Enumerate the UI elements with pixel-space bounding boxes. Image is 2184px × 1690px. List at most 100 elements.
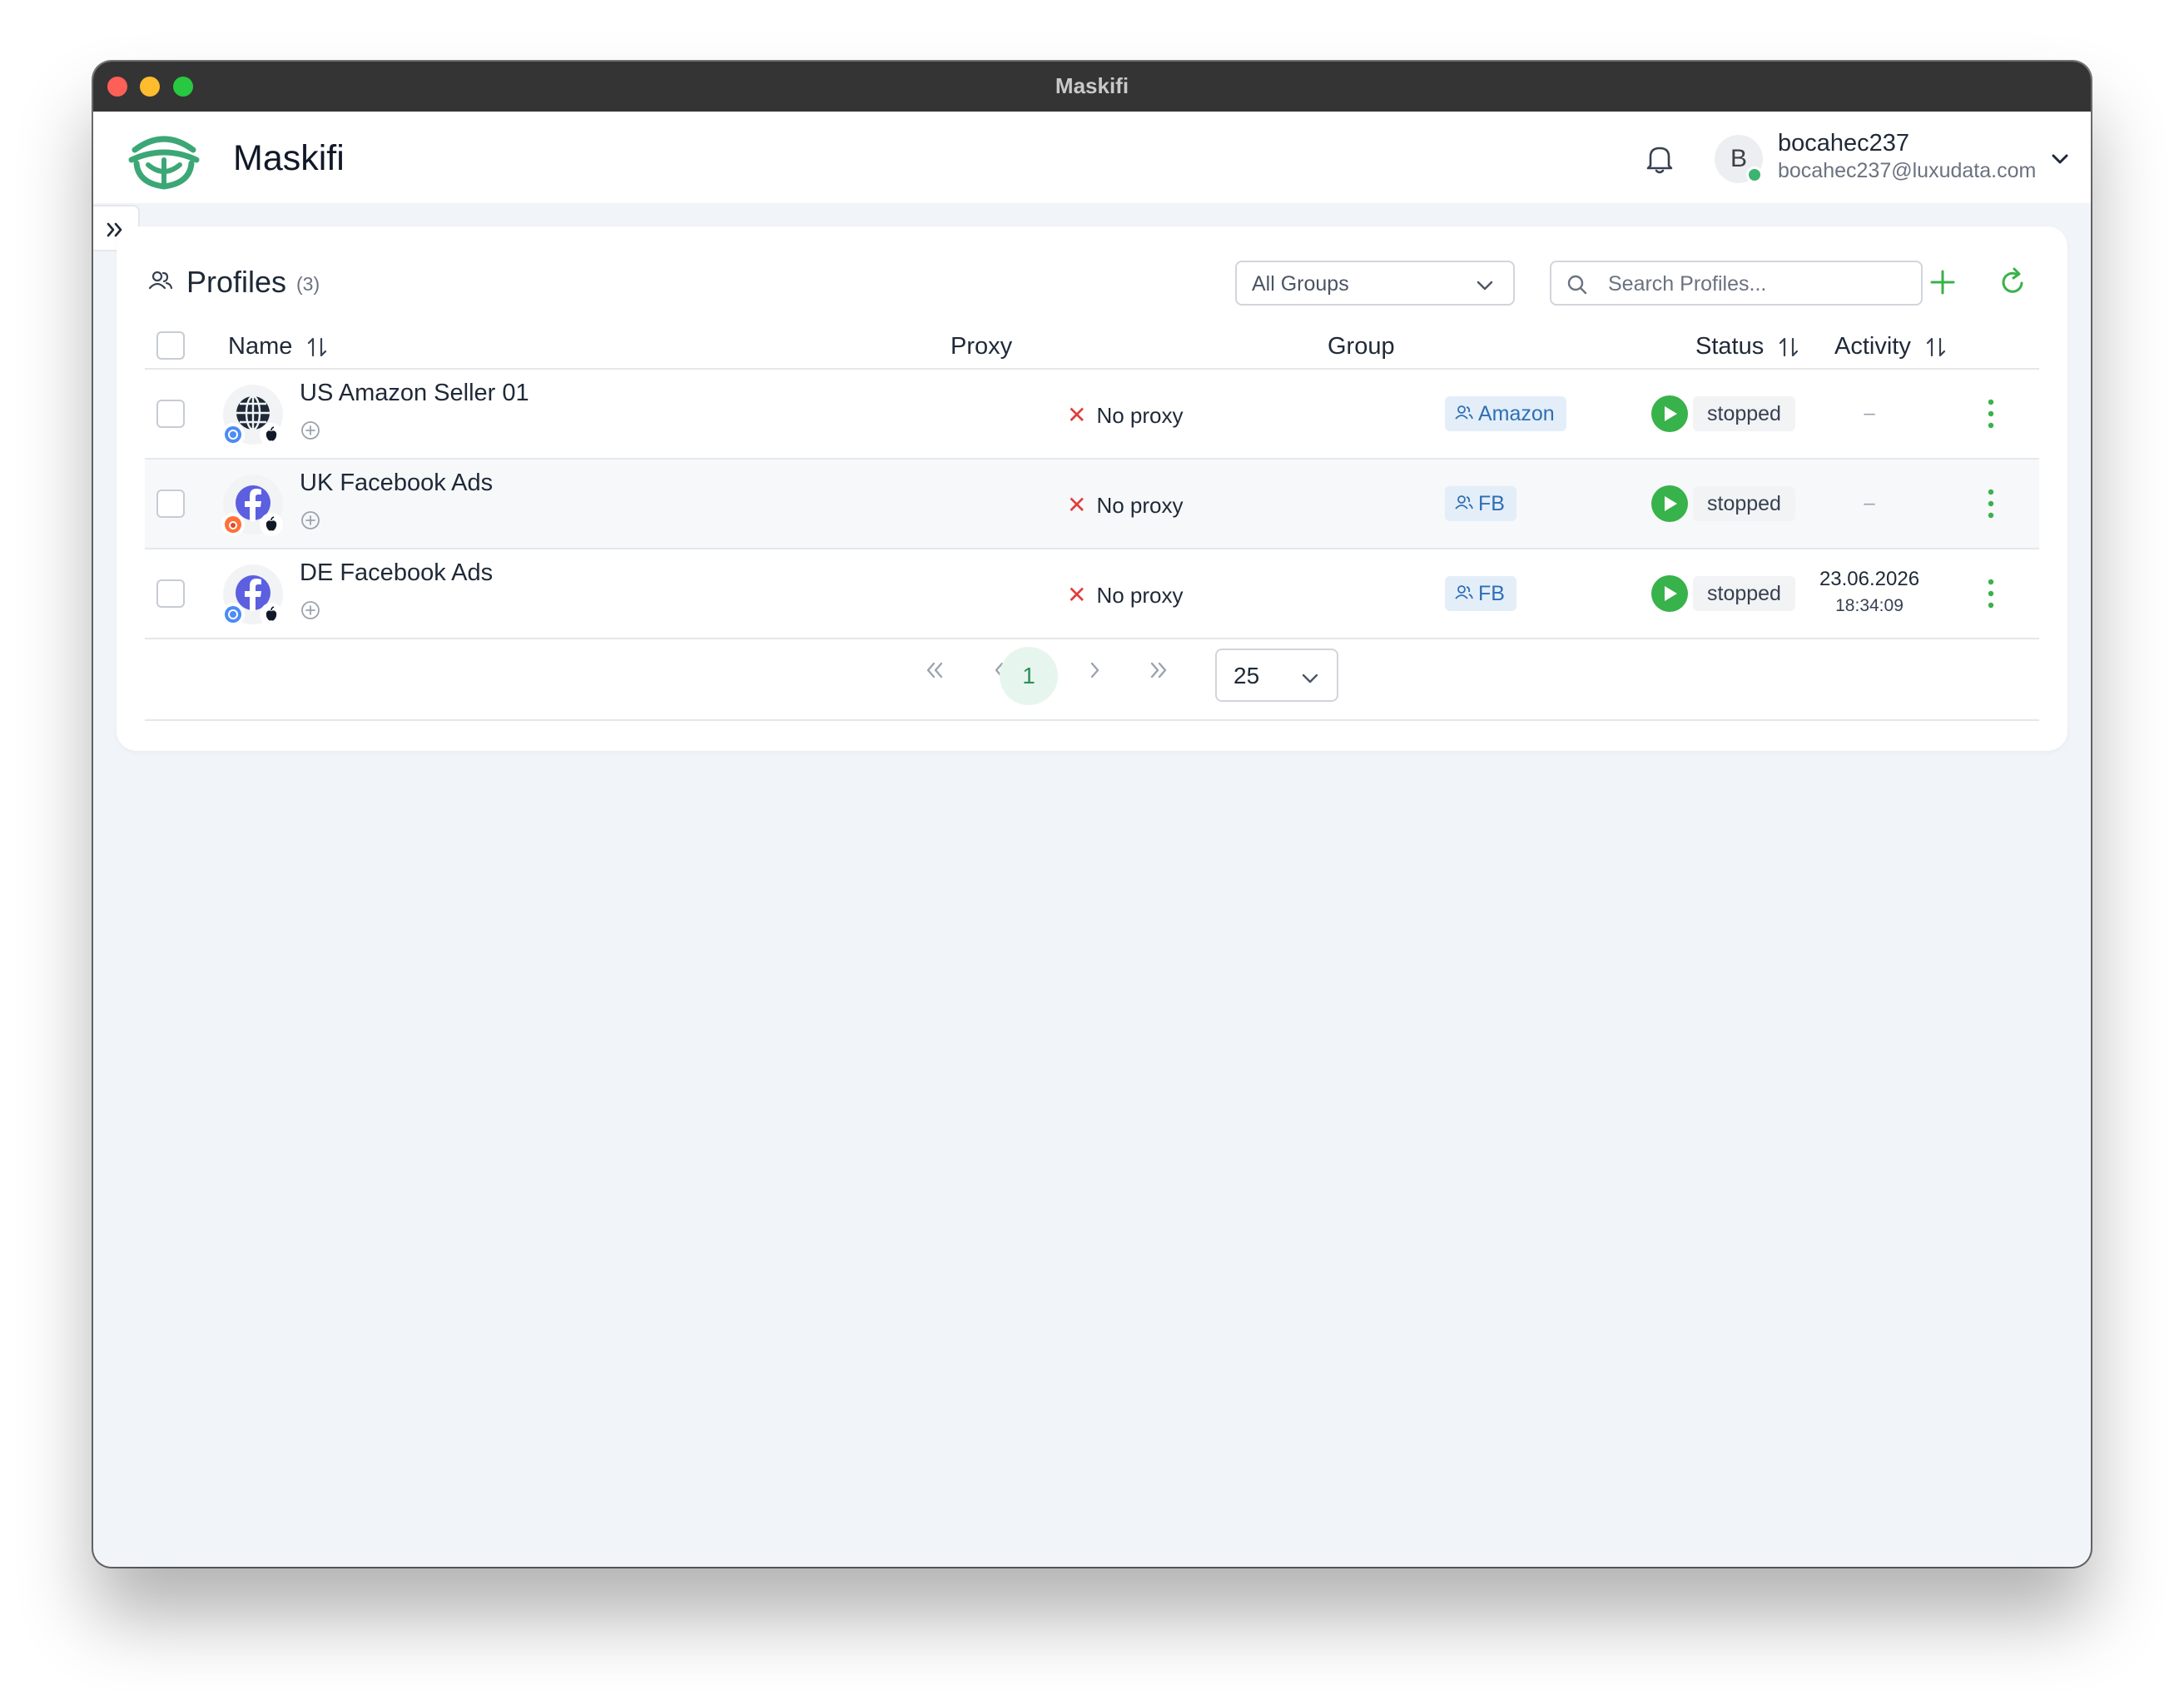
table-bottom-divider (145, 638, 2039, 639)
activity-date: 23.06.2026 (1819, 568, 1920, 590)
activity-empty: – (1864, 492, 1875, 514)
table-row[interactable]: DE Facebook Ads ✕ No proxy FB stopped 23.… (145, 549, 2039, 638)
apple-icon (260, 603, 283, 626)
start-profile-button[interactable] (1651, 575, 1688, 612)
search-icon (1567, 275, 1587, 295)
groups-filter-value: All Groups (1252, 272, 1349, 296)
start-profile-button[interactable] (1651, 395, 1688, 432)
activity-cell: – (1811, 370, 1928, 458)
activity-empty: – (1864, 402, 1875, 425)
profile-name[interactable]: UK Facebook Ads (300, 470, 493, 497)
column-header-status[interactable]: Status (1695, 333, 1800, 360)
group-tag[interactable]: FB (1445, 576, 1516, 611)
play-icon (1665, 406, 1677, 421)
app-name: Maskifi (233, 138, 345, 178)
user-menu-chevron-down-icon[interactable] (2049, 148, 2071, 170)
search-profiles-input[interactable] (1608, 269, 1908, 299)
group-tag[interactable]: Amazon (1445, 396, 1566, 431)
activity-cell: – (1811, 460, 1928, 548)
app-header: Maskifi B bocahec237 bocahec237@luxudata… (93, 112, 2091, 203)
column-header-status-label: Status (1695, 333, 1765, 360)
sort-icon[interactable] (1924, 336, 1948, 359)
chrome-icon (221, 423, 245, 446)
pagination-divider (145, 719, 2039, 721)
proxy-value: No proxy (1096, 583, 1184, 608)
add-profile-plus-icon[interactable] (1925, 265, 1960, 300)
profile-name[interactable]: US Amazon Seller 01 (300, 380, 529, 407)
user-email[interactable]: bocahec237@luxudata.com (1778, 159, 2036, 183)
sort-icon[interactable] (305, 336, 329, 359)
status-badge: stopped (1693, 576, 1795, 611)
title-bar: Maskifi (93, 62, 2091, 112)
users-icon (1455, 585, 1473, 600)
more-options-icon[interactable] (1983, 395, 1999, 433)
column-header-proxy: Proxy (951, 333, 1013, 360)
next-page-chevron-right-icon[interactable] (1077, 653, 1112, 688)
firefox-icon (221, 513, 245, 536)
window-title: Maskifi (1055, 73, 1129, 98)
no-proxy-x-icon: ✕ (1067, 582, 1087, 608)
current-page-button[interactable]: 1 (1000, 647, 1058, 705)
status-badge: stopped (1693, 486, 1795, 521)
chevron-down-icon (1477, 281, 1493, 291)
rows-per-page-value: 25 (1233, 663, 1260, 688)
proxy-cell: ✕ No proxy (1067, 581, 1184, 609)
maskifi-logo-icon (128, 136, 200, 190)
profile-name[interactable]: DE Facebook Ads (300, 559, 493, 587)
add-tag-plus-circle-icon[interactable] (300, 509, 321, 531)
more-options-icon[interactable] (1983, 574, 1999, 613)
chrome-icon (221, 603, 245, 626)
row-checkbox[interactable] (156, 400, 185, 428)
group-tag-label: FB (1478, 492, 1505, 515)
proxy-value: No proxy (1096, 403, 1184, 428)
activity-time: 18:34:09 (1835, 596, 1904, 615)
online-status-indicator (1746, 167, 1763, 183)
group-tag-label: FB (1478, 582, 1505, 605)
column-header-activity[interactable]: Activity (1834, 333, 1948, 360)
more-options-icon[interactable] (1983, 485, 1999, 523)
proxy-value: No proxy (1096, 493, 1184, 518)
table-row[interactable]: UK Facebook Ads ✕ No proxy FB stopped – (145, 460, 2039, 548)
proxy-cell: ✕ No proxy (1067, 491, 1184, 519)
start-profile-button[interactable] (1651, 485, 1688, 522)
users-icon (148, 271, 173, 290)
notifications-bell-icon[interactable] (1641, 141, 1678, 177)
profile-avatar (221, 564, 283, 626)
status-badge: stopped (1693, 396, 1795, 431)
search-profiles-field[interactable] (1550, 261, 1923, 306)
groups-filter-select[interactable]: All Groups (1235, 261, 1515, 306)
no-proxy-x-icon: ✕ (1067, 402, 1087, 428)
column-header-name[interactable]: Name (228, 333, 329, 360)
column-header-activity-label: Activity (1834, 333, 1911, 360)
profiles-panel: Profiles (3) All Groups Name (117, 226, 2067, 751)
apple-icon (260, 513, 283, 536)
proxy-cell: ✕ No proxy (1067, 401, 1184, 429)
user-name[interactable]: bocahec237 (1778, 130, 1909, 157)
column-header-name-label: Name (228, 333, 293, 360)
profiles-count: (3) (296, 273, 320, 295)
first-page-double-chevron-left-icon[interactable] (917, 653, 952, 688)
table-row[interactable]: US Amazon Seller 01 ✕ No proxy Amazon sto… (145, 370, 2039, 458)
row-checkbox[interactable] (156, 490, 185, 518)
rows-per-page-select[interactable]: 25 (1215, 649, 1338, 702)
profiles-title: Profiles (186, 265, 287, 299)
select-all-checkbox[interactable] (156, 331, 185, 360)
play-icon (1665, 586, 1677, 601)
profile-avatar (221, 475, 283, 536)
chevron-down-icon (1302, 674, 1318, 683)
activity-cell: 23.06.2026 18:34:09 (1811, 549, 1928, 616)
no-proxy-x-icon: ✕ (1067, 492, 1087, 518)
group-tag-label: Amazon (1478, 402, 1555, 425)
refresh-icon[interactable] (1996, 265, 2031, 300)
add-tag-plus-circle-icon[interactable] (300, 420, 321, 441)
add-tag-plus-circle-icon[interactable] (300, 599, 321, 621)
group-tag[interactable]: FB (1445, 486, 1516, 521)
app-window: Maskifi Maskifi B bocahec237 bocahec237@… (93, 62, 2091, 1567)
column-header-group: Group (1328, 333, 1395, 360)
last-page-double-chevron-right-icon[interactable] (1141, 653, 1176, 688)
sort-icon[interactable] (1777, 336, 1800, 359)
users-icon (1455, 495, 1473, 510)
users-icon (1455, 405, 1473, 420)
row-checkbox[interactable] (156, 579, 185, 608)
apple-icon (260, 423, 283, 446)
